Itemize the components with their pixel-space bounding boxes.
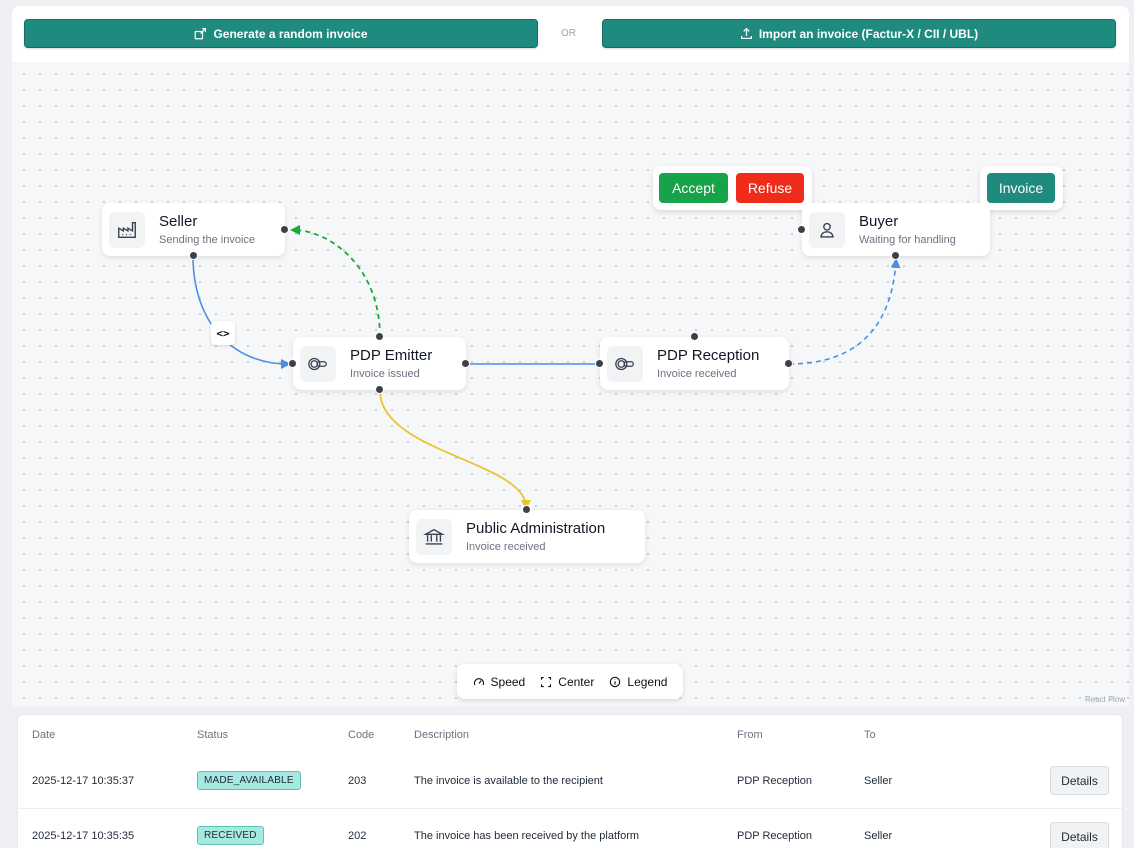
legend-label: Legend — [627, 674, 668, 689]
edge-emitter-to-public-admin — [379, 390, 531, 510]
handle-top[interactable] — [690, 332, 699, 341]
edge-code-button[interactable]: <> — [211, 321, 235, 345]
platform-icon — [607, 345, 643, 382]
node-seller[interactable]: Seller Sending the invoice — [102, 203, 289, 260]
import-label: Import an invoice (Factur-X / CII / UBL) — [758, 26, 979, 41]
node-buyer[interactable]: Buyer Waiting for handling — [797, 203, 990, 260]
node-title: Public Administration — [466, 520, 606, 537]
cell-to: Seller — [864, 830, 893, 842]
speed-label: Speed — [490, 674, 526, 689]
node-subtitle: Waiting for handling — [859, 234, 956, 246]
react-flow-attribution[interactable]: React Flow — [1085, 695, 1125, 704]
speed-control[interactable]: Speed — [473, 674, 526, 689]
factory-icon — [109, 211, 145, 248]
generate-label: Generate a random invoice — [213, 26, 368, 41]
edge-seller-to-emitter — [192, 255, 291, 369]
platform-icon — [300, 345, 336, 382]
edge-emitter-to-seller — [290, 225, 381, 338]
handle-right[interactable] — [461, 359, 470, 368]
cell-from: PDP Reception — [737, 830, 813, 842]
cell-code: 203 — [348, 775, 367, 787]
header-to: To — [864, 729, 876, 741]
row-divider — [18, 808, 1122, 809]
handle-left[interactable] — [595, 359, 604, 368]
user-icon — [809, 211, 845, 248]
node-subtitle: Sending the invoice — [159, 234, 256, 246]
details-button[interactable]: Details — [1050, 822, 1109, 848]
node-title: PDP Reception — [657, 347, 760, 364]
details-button[interactable]: Details — [1050, 766, 1109, 795]
handle-top[interactable] — [375, 332, 384, 341]
handle-left[interactable] — [288, 359, 297, 368]
header-code: Code — [348, 729, 375, 741]
status-badge: MADE_AVAILABLE — [197, 771, 301, 790]
node-subtitle: Invoice received — [466, 541, 546, 553]
handle-top[interactable] — [522, 505, 531, 514]
header-from: From — [737, 729, 763, 741]
import-invoice-button[interactable]: Import an invoice (Factur-X / CII / UBL) — [602, 19, 1116, 48]
cell-code: 202 — [348, 830, 367, 842]
node-title: PDP Emitter — [350, 347, 433, 364]
center-label: Center — [558, 674, 595, 689]
flow-controls: Speed Center Legend — [457, 664, 683, 699]
header-description: Description — [414, 729, 470, 741]
node-pdp-reception[interactable]: PDP Reception Invoice received — [595, 332, 793, 390]
cell-description: The invoice has been received by the pla… — [414, 830, 640, 842]
handle-bottom[interactable] — [189, 251, 198, 260]
flow-edges — [192, 225, 901, 510]
accept-button[interactable]: Accept — [659, 173, 728, 203]
node-subtitle: Invoice received — [657, 368, 737, 380]
handle-bottom[interactable] — [375, 385, 384, 394]
invoice-button[interactable]: Invoice — [987, 173, 1055, 203]
buyer-invoice-toolbar: Invoice — [980, 166, 1063, 210]
cell-description: The invoice is available to the recipien… — [414, 775, 603, 787]
gauge-icon — [473, 677, 484, 685]
events-table: Date Status Code Description From To 202… — [17, 714, 1123, 848]
node-title: Buyer — [859, 213, 899, 230]
node-title: Seller — [159, 213, 198, 230]
handle-left[interactable] — [797, 225, 806, 234]
info-icon — [610, 676, 621, 687]
handle-bottom[interactable] — [891, 251, 900, 260]
center-control[interactable]: Center — [540, 675, 594, 689]
cell-from: PDP Reception — [737, 775, 813, 787]
top-toolbar: Generate a random invoice OR Import an i… — [12, 6, 1129, 62]
bank-icon — [416, 518, 452, 555]
node-subtitle: Invoice issued — [350, 368, 420, 380]
flow-canvas[interactable]: <> Seller Sending the invoice PDP Emitte… — [12, 62, 1129, 706]
handle-right[interactable] — [784, 359, 793, 368]
edge-reception-to-buyer — [788, 258, 901, 365]
fit-view-icon — [541, 676, 552, 687]
node-pdp-emitter[interactable]: PDP Emitter Invoice issued — [288, 332, 470, 394]
header-status: Status — [197, 729, 229, 741]
cell-date: 2025-12-17 10:35:35 — [32, 830, 135, 842]
generate-random-invoice-button[interactable]: Generate a random invoice — [24, 19, 538, 48]
upload-icon — [740, 27, 752, 39]
legend-control[interactable]: Legend — [609, 675, 667, 689]
buyer-action-toolbar: Accept Refuse — [653, 166, 812, 210]
header-date: Date — [32, 729, 56, 741]
status-badge: RECEIVED — [197, 826, 264, 845]
handle-right[interactable] — [280, 225, 289, 234]
node-public-administration[interactable]: Public Administration Invoice received — [409, 505, 645, 563]
share-icon — [195, 28, 207, 40]
cell-to: Seller — [864, 775, 893, 787]
or-separator: OR — [561, 28, 576, 39]
refuse-button[interactable]: Refuse — [736, 173, 804, 203]
cell-date: 2025-12-17 10:35:37 — [32, 775, 135, 787]
